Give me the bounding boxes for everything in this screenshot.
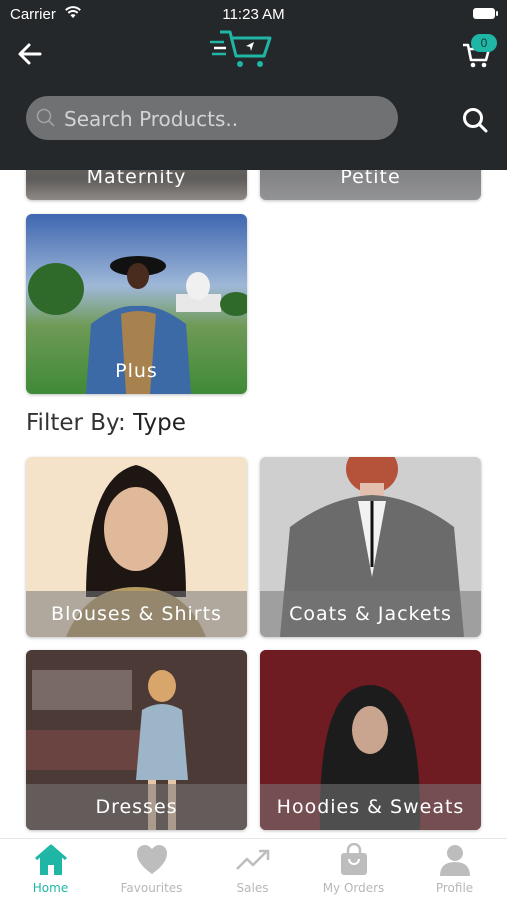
user-icon <box>440 845 470 876</box>
tab-home[interactable]: Home <box>0 839 101 901</box>
app-header: Carrier 11:23 AM 0 Search Products.. <box>0 0 507 170</box>
tab-sales[interactable]: Sales <box>202 839 303 901</box>
tab-label: Favourites <box>120 881 183 895</box>
search-input[interactable] <box>62 96 386 142</box>
category-label: Plus <box>115 360 158 382</box>
type-tile-hoodies-sweats[interactable]: Hoodies & Sweats <box>260 650 481 830</box>
category-scroll-area[interactable]: Maternity Petite Plus Filter By: Type Bl… <box>0 170 507 838</box>
arrow-left-icon <box>18 43 42 65</box>
battery-icon <box>473 8 498 19</box>
type-label: Coats & Jackets <box>260 591 481 637</box>
shopping-cart-logo-icon <box>210 30 272 67</box>
search-icon <box>36 108 56 132</box>
filter-prefix: Filter By: <box>26 410 126 436</box>
tab-label: My Orders <box>322 881 385 895</box>
trend-up-icon <box>236 849 270 870</box>
bottom-tab-bar: Home Favourites Sales My Orders Profile <box>0 838 507 901</box>
tab-my-orders[interactable]: My Orders <box>303 839 404 901</box>
category-tile-petite[interactable]: Petite <box>260 170 481 200</box>
tab-profile[interactable]: Profile <box>404 839 505 901</box>
type-tile-coats-jackets[interactable]: Coats & Jackets <box>260 457 481 637</box>
filter-value: Type <box>133 410 186 436</box>
type-label: Blouses & Shirts <box>26 591 247 637</box>
search-icon <box>463 108 488 133</box>
filter-heading: Filter By: Type <box>26 410 186 436</box>
tab-label: Profile <box>435 881 474 895</box>
tab-label: Home <box>32 881 69 895</box>
type-label: Dresses <box>26 784 247 830</box>
cart-count-badge: 0 <box>471 34 497 52</box>
shopping-bag-icon <box>341 843 367 875</box>
heart-icon <box>137 845 167 874</box>
category-label: Petite <box>260 170 481 200</box>
type-label: Hoodies & Sweats <box>260 784 481 830</box>
type-tile-dresses[interactable]: Dresses <box>26 650 247 830</box>
tab-favourites[interactable]: Favourites <box>101 839 202 901</box>
category-tile-plus[interactable]: Plus <box>26 214 247 394</box>
category-label: Maternity <box>26 170 247 200</box>
type-tile-blouses-shirts[interactable]: Blouses & Shirts <box>26 457 247 637</box>
tab-label: Sales <box>236 881 269 895</box>
status-bar: Carrier 11:23 AM <box>0 6 507 24</box>
clock: 11:23 AM <box>222 6 285 23</box>
category-tile-maternity[interactable]: Maternity <box>26 170 247 200</box>
search-bar[interactable] <box>26 96 398 142</box>
search-button[interactable] <box>461 106 489 134</box>
home-icon <box>35 844 67 875</box>
cart-logo[interactable] <box>208 28 276 70</box>
back-button[interactable] <box>16 40 44 68</box>
